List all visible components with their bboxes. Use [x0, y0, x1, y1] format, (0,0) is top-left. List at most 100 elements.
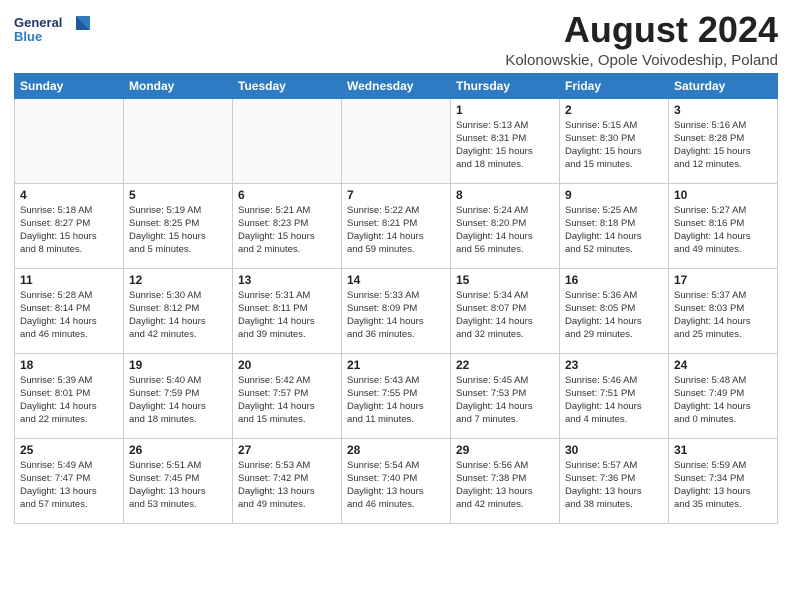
day-info: Sunrise: 5:51 AMSunset: 7:45 PMDaylight:…	[129, 459, 227, 512]
day-info: Sunrise: 5:39 AMSunset: 8:01 PMDaylight:…	[20, 374, 118, 427]
svg-text:Blue: Blue	[14, 29, 42, 44]
day-number: 3	[674, 103, 772, 117]
day-info: Sunrise: 5:15 AMSunset: 8:30 PMDaylight:…	[565, 119, 663, 172]
day-number: 2	[565, 103, 663, 117]
day-cell: 25Sunrise: 5:49 AMSunset: 7:47 PMDayligh…	[15, 438, 124, 523]
day-number: 31	[674, 443, 772, 457]
day-number: 13	[238, 273, 336, 287]
week-row-1: 1Sunrise: 5:13 AMSunset: 8:31 PMDaylight…	[15, 98, 778, 183]
day-cell: 28 Sunrise: 5:54 AMSunset: 7:40 PMDayligh…	[342, 438, 451, 523]
day-cell: 31 Sunrise: 5:59 AMSunset: 7:34 PMDayligh…	[669, 438, 778, 523]
day-number: 17	[674, 273, 772, 287]
day-info: Sunrise: 5:22 AMSunset: 8:21 PMDaylight:…	[347, 204, 445, 257]
day-number: 23	[565, 358, 663, 372]
day-cell: 23Sunrise: 5:46 AMSunset: 7:51 PMDayligh…	[560, 353, 669, 438]
day-cell: 30Sunrise: 5:57 AMSunset: 7:36 PMDayligh…	[560, 438, 669, 523]
day-cell: 10 Sunrise: 5:27 AMSunset: 8:16 PMDayligh…	[669, 183, 778, 268]
day-number: 15	[456, 273, 554, 287]
day-number: 6	[238, 188, 336, 202]
day-cell: 27Sunrise: 5:53 AMSunset: 7:42 PMDayligh…	[233, 438, 342, 523]
day-info: Sunrise: 5:37 AMSunset: 8:03 PMDaylight:…	[674, 289, 772, 342]
day-info: Sunrise: 5:34 AMSunset: 8:07 PMDaylight:…	[456, 289, 554, 342]
week-row-5: 25Sunrise: 5:49 AMSunset: 7:47 PMDayligh…	[15, 438, 778, 523]
day-cell: 17 Sunrise: 5:37 AMSunset: 8:03 PMDayligh…	[669, 268, 778, 353]
day-cell: 6 Sunrise: 5:21 AMSunset: 8:23 PMDaylight…	[233, 183, 342, 268]
day-header-saturday: Saturday	[669, 73, 778, 98]
calendar-table: SundayMondayTuesdayWednesdayThursdayFrid…	[14, 73, 778, 524]
day-info: Sunrise: 5:25 AMSunset: 8:18 PMDaylight:…	[565, 204, 663, 257]
day-number: 12	[129, 273, 227, 287]
location-title: Kolonowskie, Opole Voivodeship, Poland	[505, 52, 778, 69]
day-cell: 16Sunrise: 5:36 AMSunset: 8:05 PMDayligh…	[560, 268, 669, 353]
day-cell: 11 Sunrise: 5:28 AMSunset: 8:14 PMDayligh…	[15, 268, 124, 353]
day-cell	[342, 98, 451, 183]
day-number: 10	[674, 188, 772, 202]
day-number: 26	[129, 443, 227, 457]
day-cell: 2 Sunrise: 5:15 AMSunset: 8:30 PMDaylight…	[560, 98, 669, 183]
day-number: 28	[347, 443, 445, 457]
day-number: 30	[565, 443, 663, 457]
day-cell: 1Sunrise: 5:13 AMSunset: 8:31 PMDaylight…	[451, 98, 560, 183]
svg-text:General: General	[14, 15, 62, 30]
day-cell: 13 Sunrise: 5:31 AMSunset: 8:11 PMDayligh…	[233, 268, 342, 353]
day-cell: 7Sunrise: 5:22 AMSunset: 8:21 PMDaylight…	[342, 183, 451, 268]
day-number: 24	[674, 358, 772, 372]
day-header-tuesday: Tuesday	[233, 73, 342, 98]
day-header-sunday: Sunday	[15, 73, 124, 98]
day-info: Sunrise: 5:19 AMSunset: 8:25 PMDaylight:…	[129, 204, 227, 257]
title-block: August 2024 Kolonowskie, Opole Voivodesh…	[505, 10, 778, 69]
day-cell	[15, 98, 124, 183]
day-cell: 29Sunrise: 5:56 AMSunset: 7:38 PMDayligh…	[451, 438, 560, 523]
day-number: 5	[129, 188, 227, 202]
week-row-4: 18 Sunrise: 5:39 AMSunset: 8:01 PMDayligh…	[15, 353, 778, 438]
day-info: Sunrise: 5:28 AMSunset: 8:14 PMDaylight:…	[20, 289, 118, 342]
day-number: 4	[20, 188, 118, 202]
day-number: 27	[238, 443, 336, 457]
day-cell	[124, 98, 233, 183]
day-info: Sunrise: 5:27 AMSunset: 8:16 PMDaylight:…	[674, 204, 772, 257]
logo-icon: General Blue	[14, 10, 94, 48]
day-cell: 24 Sunrise: 5:48 AMSunset: 7:49 PMDayligh…	[669, 353, 778, 438]
day-number: 20	[238, 358, 336, 372]
day-number: 19	[129, 358, 227, 372]
header: General Blue August 2024 Kolonowskie, Op…	[14, 10, 778, 69]
day-number: 9	[565, 188, 663, 202]
day-info: Sunrise: 5:18 AMSunset: 8:27 PMDaylight:…	[20, 204, 118, 257]
day-number: 11	[20, 273, 118, 287]
day-cell: 15 Sunrise: 5:34 AMSunset: 8:07 PMDayligh…	[451, 268, 560, 353]
day-info: Sunrise: 5:56 AMSunset: 7:38 PMDaylight:…	[456, 459, 554, 512]
day-info: Sunrise: 5:16 AMSunset: 8:28 PMDaylight:…	[674, 119, 772, 172]
day-cell: 26 Sunrise: 5:51 AMSunset: 7:45 PMDayligh…	[124, 438, 233, 523]
day-header-thursday: Thursday	[451, 73, 560, 98]
day-info: Sunrise: 5:21 AMSunset: 8:23 PMDaylight:…	[238, 204, 336, 257]
day-header-monday: Monday	[124, 73, 233, 98]
day-number: 14	[347, 273, 445, 287]
day-number: 22	[456, 358, 554, 372]
week-row-2: 4 Sunrise: 5:18 AMSunset: 8:27 PMDaylight…	[15, 183, 778, 268]
week-row-3: 11 Sunrise: 5:28 AMSunset: 8:14 PMDayligh…	[15, 268, 778, 353]
day-info: Sunrise: 5:54 AMSunset: 7:40 PMDaylight:…	[347, 459, 445, 512]
day-cell: 22 Sunrise: 5:45 AMSunset: 7:53 PMDayligh…	[451, 353, 560, 438]
day-cell: 14 Sunrise: 5:33 AMSunset: 8:09 PMDayligh…	[342, 268, 451, 353]
day-cell: 3 Sunrise: 5:16 AMSunset: 8:28 PMDaylight…	[669, 98, 778, 183]
day-info: Sunrise: 5:13 AMSunset: 8:31 PMDaylight:…	[456, 119, 554, 172]
day-info: Sunrise: 5:42 AMSunset: 7:57 PMDaylight:…	[238, 374, 336, 427]
day-info: Sunrise: 5:24 AMSunset: 8:20 PMDaylight:…	[456, 204, 554, 257]
logo: General Blue	[14, 10, 94, 48]
day-info: Sunrise: 5:45 AMSunset: 7:53 PMDaylight:…	[456, 374, 554, 427]
day-info: Sunrise: 5:33 AMSunset: 8:09 PMDaylight:…	[347, 289, 445, 342]
day-info: Sunrise: 5:31 AMSunset: 8:11 PMDaylight:…	[238, 289, 336, 342]
day-cell: 8 Sunrise: 5:24 AMSunset: 8:20 PMDaylight…	[451, 183, 560, 268]
day-info: Sunrise: 5:59 AMSunset: 7:34 PMDaylight:…	[674, 459, 772, 512]
day-cell: 21Sunrise: 5:43 AMSunset: 7:55 PMDayligh…	[342, 353, 451, 438]
day-header-friday: Friday	[560, 73, 669, 98]
day-info: Sunrise: 5:40 AMSunset: 7:59 PMDaylight:…	[129, 374, 227, 427]
day-info: Sunrise: 5:48 AMSunset: 7:49 PMDaylight:…	[674, 374, 772, 427]
day-number: 18	[20, 358, 118, 372]
day-info: Sunrise: 5:36 AMSunset: 8:05 PMDaylight:…	[565, 289, 663, 342]
day-number: 8	[456, 188, 554, 202]
day-number: 21	[347, 358, 445, 372]
day-cell: 4 Sunrise: 5:18 AMSunset: 8:27 PMDaylight…	[15, 183, 124, 268]
day-cell: 18 Sunrise: 5:39 AMSunset: 8:01 PMDayligh…	[15, 353, 124, 438]
day-cell: 19 Sunrise: 5:40 AMSunset: 7:59 PMDayligh…	[124, 353, 233, 438]
